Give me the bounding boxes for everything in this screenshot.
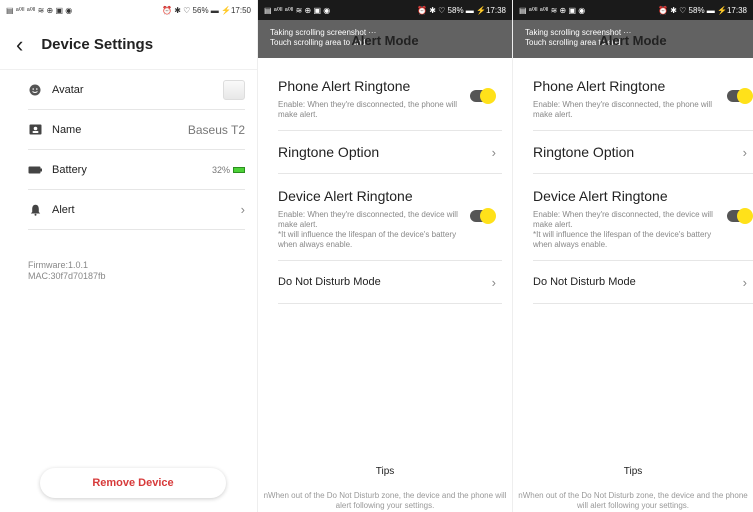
- battery-icon: [28, 163, 42, 177]
- device-alert-section: Device Alert Ringtone Enable: When they'…: [278, 174, 502, 261]
- dnd-label: Do Not Disturb Mode: [278, 276, 381, 288]
- battery-level-icon: [233, 166, 245, 173]
- tips-title: Tips: [623, 466, 643, 477]
- device-alert-desc: Enable: When they're disconnected, the d…: [278, 210, 458, 249]
- ringtone-option-row[interactable]: Ringtone Option ›: [533, 131, 753, 174]
- battery-value: 32%: [212, 165, 245, 175]
- phone-alert-title: Phone Alert Ringtone: [533, 78, 666, 94]
- remove-device-button[interactable]: Remove Device: [40, 468, 226, 498]
- device-alert-desc: Enable: When they're disconnected, the d…: [533, 210, 713, 249]
- firmware-version: Firmware:1.0.1: [28, 260, 89, 270]
- tips-text: nWhen out of the Do Not Disturb zone, th…: [263, 491, 507, 510]
- status-bar: ▤ ᵃ⁰ˡˡ ᵃ⁰ˡˡ ≋ ⊕ ▣ ◉ ⏰ ✱ ♡ 58% ▬ ⚡17:38: [258, 0, 512, 20]
- status-right: ⏰ ✱ ♡ 58% ▬ ⚡17:38: [417, 5, 506, 15]
- page-title: Alert Mode: [351, 33, 419, 48]
- alert-mode-screen-2: ▤ ᵃ⁰ˡˡ ᵃ⁰ˡˡ ≋ ⊕ ▣ ◉ ⏰ ✱ ♡ 58% ▬ ⚡17:38 T…: [512, 0, 753, 512]
- battery-label: Battery: [52, 163, 87, 176]
- header: ‹ Device Settings: [0, 20, 257, 70]
- page-title: Device Settings: [41, 36, 154, 53]
- phone-alert-section: Phone Alert Ringtone Enable: When they'r…: [278, 58, 502, 131]
- avatar-label: Avatar: [52, 83, 84, 96]
- ringtone-option-row[interactable]: Ringtone Option ›: [278, 131, 502, 174]
- status-left: ▤ ᵃ⁰ˡˡ ᵃ⁰ˡˡ ≋ ⊕ ▣ ◉: [6, 5, 73, 15]
- phone-alert-title: Phone Alert Ringtone: [278, 78, 411, 94]
- mac-address: MAC:30f7d70187fb: [28, 271, 106, 281]
- device-alert-toggle[interactable]: [727, 208, 753, 224]
- status-right: ⏰ ✱ ♡ 56% ▬ ⚡17:50: [162, 5, 251, 15]
- tips-text: nWhen out of the Do Not Disturb zone, th…: [518, 491, 748, 510]
- chevron-right-icon: ›: [491, 274, 496, 290]
- alert-label: Alert: [52, 203, 75, 216]
- dnd-row[interactable]: Do Not Disturb Mode ›: [533, 261, 753, 304]
- avatar-thumbnail[interactable]: [223, 79, 245, 100]
- avatar-row[interactable]: Avatar: [28, 70, 245, 110]
- name-label: Name: [52, 123, 82, 136]
- bell-icon: [28, 203, 42, 217]
- back-arrow-icon[interactable]: ‹: [16, 33, 23, 56]
- page-title: Alert Mode: [599, 33, 667, 48]
- phone-alert-section: Phone Alert Ringtone Enable: When they'r…: [533, 58, 753, 131]
- phone-alert-toggle[interactable]: [470, 88, 496, 104]
- ringtone-option-label: Ringtone Option: [533, 144, 635, 160]
- status-bar: ▤ ᵃ⁰ˡˡ ᵃ⁰ˡˡ ≋ ⊕ ▣ ◉ ⏰ ✱ ♡ 56% ▬ ⚡17:50: [0, 0, 257, 20]
- dnd-row[interactable]: Do Not Disturb Mode ›: [278, 261, 502, 304]
- smiley-icon: [28, 83, 42, 97]
- device-alert-section: Device Alert Ringtone Enable: When they'…: [533, 174, 753, 261]
- chevron-right-icon: ›: [491, 144, 496, 160]
- device-alert-title: Device Alert Ringtone: [278, 188, 413, 204]
- status-left: ▤ ᵃ⁰ˡˡ ᵃ⁰ˡˡ ≋ ⊕ ▣ ◉: [264, 5, 331, 15]
- device-alert-title: Device Alert Ringtone: [533, 188, 668, 204]
- id-card-icon: [28, 123, 42, 137]
- screenshot-stage: ▤ ᵃ⁰ˡˡ ᵃ⁰ˡˡ ≋ ⊕ ▣ ◉ ⏰ ✱ ♡ 56% ▬ ⚡17:50 ‹…: [0, 0, 753, 512]
- tips-title: Tips: [375, 466, 395, 477]
- chevron-right-icon: ›: [240, 202, 245, 217]
- alert-mode-screen-1: ▤ ᵃ⁰ˡˡ ᵃ⁰ˡˡ ≋ ⊕ ▣ ◉ ⏰ ✱ ♡ 58% ▬ ⚡17:38 T…: [257, 0, 512, 512]
- battery-percent: 32%: [211, 164, 230, 175]
- battery-row: Battery 32%: [28, 150, 245, 190]
- name-row[interactable]: Name Baseus T2: [28, 110, 245, 150]
- ringtone-option-label: Ringtone Option: [278, 144, 380, 160]
- phone-alert-desc: Enable: When they're disconnected, the p…: [278, 100, 457, 119]
- firmware-info: Firmware:1.0.1 MAC:30f7d70187fb: [28, 260, 257, 282]
- status-right: ⏰ ✱ ♡ 58% ▬ ⚡17:38: [658, 5, 747, 15]
- dnd-label: Do Not Disturb Mode: [533, 276, 636, 288]
- chevron-right-icon: ›: [742, 144, 747, 160]
- device-alert-toggle[interactable]: [470, 208, 496, 224]
- status-bar: ▤ ᵃ⁰ˡˡ ᵃ⁰ˡˡ ≋ ⊕ ▣ ◉ ⏰ ✱ ♡ 58% ▬ ⚡17:38: [513, 0, 753, 20]
- status-left: ▤ ᵃ⁰ˡˡ ᵃ⁰ˡˡ ≋ ⊕ ▣ ◉: [519, 5, 586, 15]
- chevron-right-icon: ›: [742, 274, 747, 290]
- alert-row[interactable]: Alert ›: [28, 190, 245, 230]
- phone-alert-desc: Enable: When they're disconnected, the p…: [533, 100, 712, 119]
- device-settings-screen: ▤ ᵃ⁰ˡˡ ᵃ⁰ˡˡ ≋ ⊕ ▣ ◉ ⏰ ✱ ♡ 56% ▬ ⚡17:50 ‹…: [0, 0, 257, 512]
- name-value: Baseus T2: [187, 122, 245, 137]
- phone-alert-toggle[interactable]: [727, 88, 753, 104]
